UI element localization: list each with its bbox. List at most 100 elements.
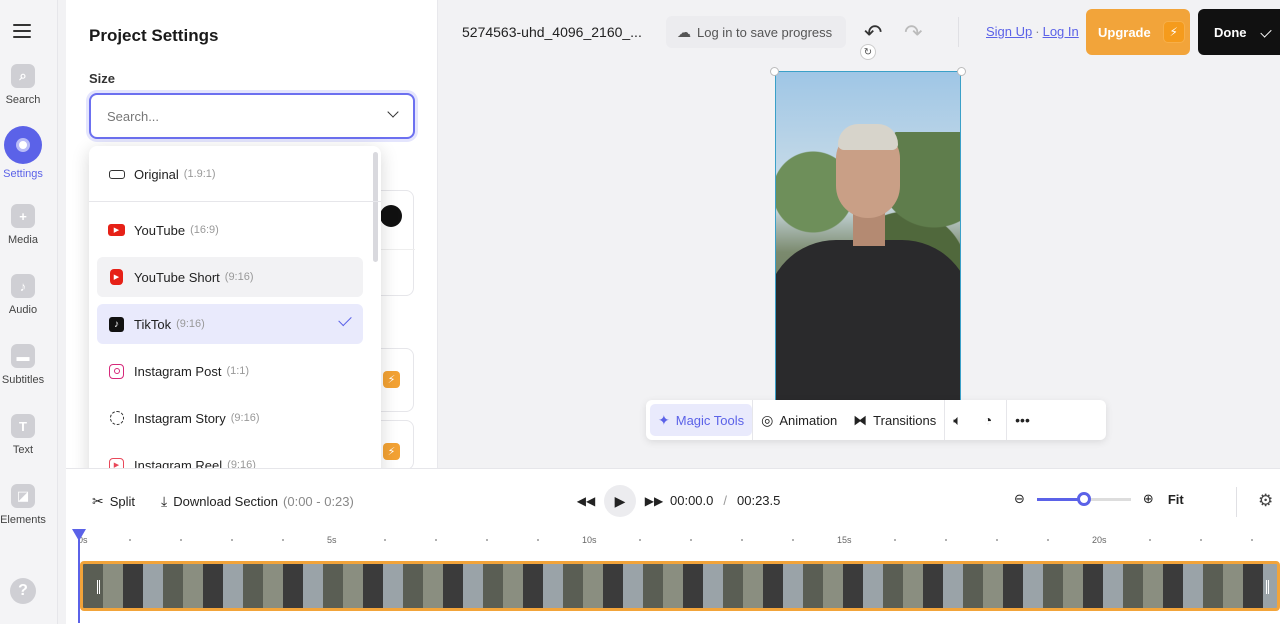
help-icon[interactable]: ?	[10, 578, 36, 604]
rail-item-label: Media	[8, 234, 38, 246]
more-options-button[interactable]: •••	[1007, 404, 1044, 436]
resize-handle[interactable]	[957, 67, 966, 76]
ruler-label: 10s	[582, 535, 597, 545]
size-search-input[interactable]: Search...	[107, 109, 159, 124]
hamburger-menu-icon[interactable]	[13, 24, 31, 40]
speedometer-icon: ◔	[983, 412, 993, 428]
total-time: 00:23.5	[737, 493, 781, 508]
split-button[interactable]: ✂ Split	[92, 493, 135, 510]
option-label: Instagram Story	[134, 410, 226, 426]
elements-icon: ◪	[11, 484, 35, 508]
zoom-slider-knob[interactable]	[1076, 491, 1091, 506]
video-preview[interactable]	[775, 71, 961, 401]
redo-icon[interactable]: ↷	[904, 20, 922, 46]
sign-up-link[interactable]: Sign Up	[986, 24, 1032, 39]
rail-item-search[interactable]: ⌕ Search	[0, 64, 46, 106]
sparkles-icon: ✦	[658, 411, 670, 428]
lightning-bolt-icon: ⚡	[1162, 21, 1185, 43]
size-option-tiktok[interactable]: ♪ TikTok (9:16)	[97, 304, 363, 344]
divider	[958, 17, 959, 47]
volume-button[interactable]: 🔈︎	[945, 404, 975, 436]
rail-item-settings[interactable]: Settings	[3, 126, 43, 180]
subtitles-icon: ▬	[11, 344, 35, 368]
ruler-tick	[996, 539, 998, 541]
transitions-icon: ⧓	[853, 411, 868, 428]
option-label: Original	[134, 166, 179, 182]
ruler-label: 5s	[327, 535, 337, 545]
rewind-icon[interactable]: ◀◀	[572, 487, 600, 515]
done-label: Done	[1214, 24, 1247, 40]
fill-color-icon[interactable]	[380, 205, 402, 227]
ruler-label: 15s	[837, 535, 852, 545]
option-label: TikTok	[134, 316, 172, 332]
size-select[interactable]: Search...	[89, 93, 415, 139]
download-range: (0:00 - 0:23)	[283, 494, 354, 509]
resize-handle[interactable]	[770, 67, 779, 76]
rail-item-label: Settings	[3, 168, 43, 180]
download-section-button[interactable]: ⤓ Download Section (0:00 - 0:23)	[161, 493, 354, 510]
video-track-clip[interactable]	[80, 561, 1280, 611]
time-readout: 00:00.0 / 00:23.5	[670, 493, 780, 508]
size-option-instagram-story[interactable]: Instagram Story (9:16)	[97, 398, 363, 438]
rail-item-audio[interactable]: ♪ Audio	[0, 274, 46, 316]
animation-label: Animation	[779, 412, 838, 428]
timeline-ruler[interactable]: 0s5s10s15s20s	[78, 531, 1280, 553]
playback-controls: ◀◀ ▶ ▶▶	[572, 485, 668, 517]
ruler-tick	[435, 539, 437, 541]
fit-button[interactable]: Fit	[1168, 492, 1184, 507]
playhead[interactable]	[72, 529, 86, 623]
trim-handle-left[interactable]	[97, 580, 100, 594]
tiktok-icon: ♪	[108, 316, 125, 333]
upgrade-bolt-icon: ⚡	[383, 371, 400, 388]
current-time: 00:00.0	[670, 493, 714, 508]
size-label: Size	[89, 71, 116, 86]
size-option-youtube-short[interactable]: ▶ YouTube Short (9:16)	[97, 257, 363, 297]
size-option-instagram-post[interactable]: Instagram Post (1:1)	[97, 351, 363, 391]
zoom-out-icon[interactable]: ⊖	[1014, 491, 1025, 507]
magic-tools-label: Magic Tools	[675, 412, 745, 428]
trim-handle-right[interactable]	[1266, 580, 1269, 594]
magic-tools-button[interactable]: ✦ Magic Tools	[650, 404, 753, 436]
log-in-link[interactable]: Log In	[1043, 24, 1079, 39]
gear-icon[interactable]: ⚙	[1258, 491, 1273, 511]
rotate-handle-icon[interactable]: ↻	[860, 44, 876, 60]
rail-item-media[interactable]: + Media	[0, 204, 46, 246]
transitions-button[interactable]: ⧓ Transitions	[845, 404, 944, 436]
scissors-icon: ✂	[92, 493, 104, 509]
time-separator: /	[723, 493, 727, 508]
option-ratio: (9:16)	[230, 412, 260, 424]
save-progress-button[interactable]: ☁ Log in to save progress	[666, 16, 846, 48]
speed-button[interactable]: ◔	[976, 404, 1006, 436]
undo-icon[interactable]: ↶	[864, 20, 882, 46]
timeline-actions: ✂ Split ⤓ Download Section (0:00 - 0:23)	[92, 493, 354, 510]
zoom-controls: ⊖ ⊕ Fit	[1014, 491, 1184, 507]
checkmark-icon	[1259, 26, 1272, 38]
fast-forward-icon[interactable]: ▶▶	[640, 487, 668, 515]
animation-icon: ◎	[761, 411, 774, 428]
zoom-slider[interactable]	[1036, 491, 1131, 506]
rail-item-subtitles[interactable]: ▬ Subtitles	[0, 344, 46, 386]
rail-item-elements[interactable]: ◪ Elements	[0, 484, 46, 526]
ruler-tick	[792, 539, 794, 541]
rail-item-text[interactable]: T Text	[0, 414, 46, 456]
rail-item-label: Elements	[0, 514, 46, 526]
size-dropdown: Original (1.9:1) ▶ YouTube (16:9) ▶ YouT…	[89, 146, 381, 492]
animation-button[interactable]: ◎ Animation	[753, 404, 845, 436]
zoom-in-icon[interactable]: ⊕	[1143, 491, 1154, 507]
instagram-icon	[108, 363, 125, 380]
size-option-original[interactable]: Original (1.9:1)	[97, 154, 363, 194]
checkmark-icon	[338, 312, 352, 327]
upgrade-label: Upgrade	[1098, 24, 1151, 40]
ruler-tick	[945, 539, 947, 541]
ruler-tick	[282, 539, 284, 541]
done-button[interactable]: Done	[1198, 9, 1280, 55]
ruler-tick	[639, 539, 641, 541]
upgrade-button[interactable]: Upgrade ⚡	[1086, 9, 1190, 55]
plus-icon: +	[11, 204, 35, 228]
size-option-youtube[interactable]: ▶ YouTube (16:9)	[97, 210, 363, 250]
chevron-down-icon	[387, 106, 399, 118]
play-icon[interactable]: ▶	[604, 485, 636, 517]
youtube-icon: ▶	[108, 222, 125, 239]
project-filename[interactable]: 5274563-uhd_4096_2160_...	[462, 24, 642, 40]
dropdown-scrollbar[interactable]	[373, 152, 378, 262]
